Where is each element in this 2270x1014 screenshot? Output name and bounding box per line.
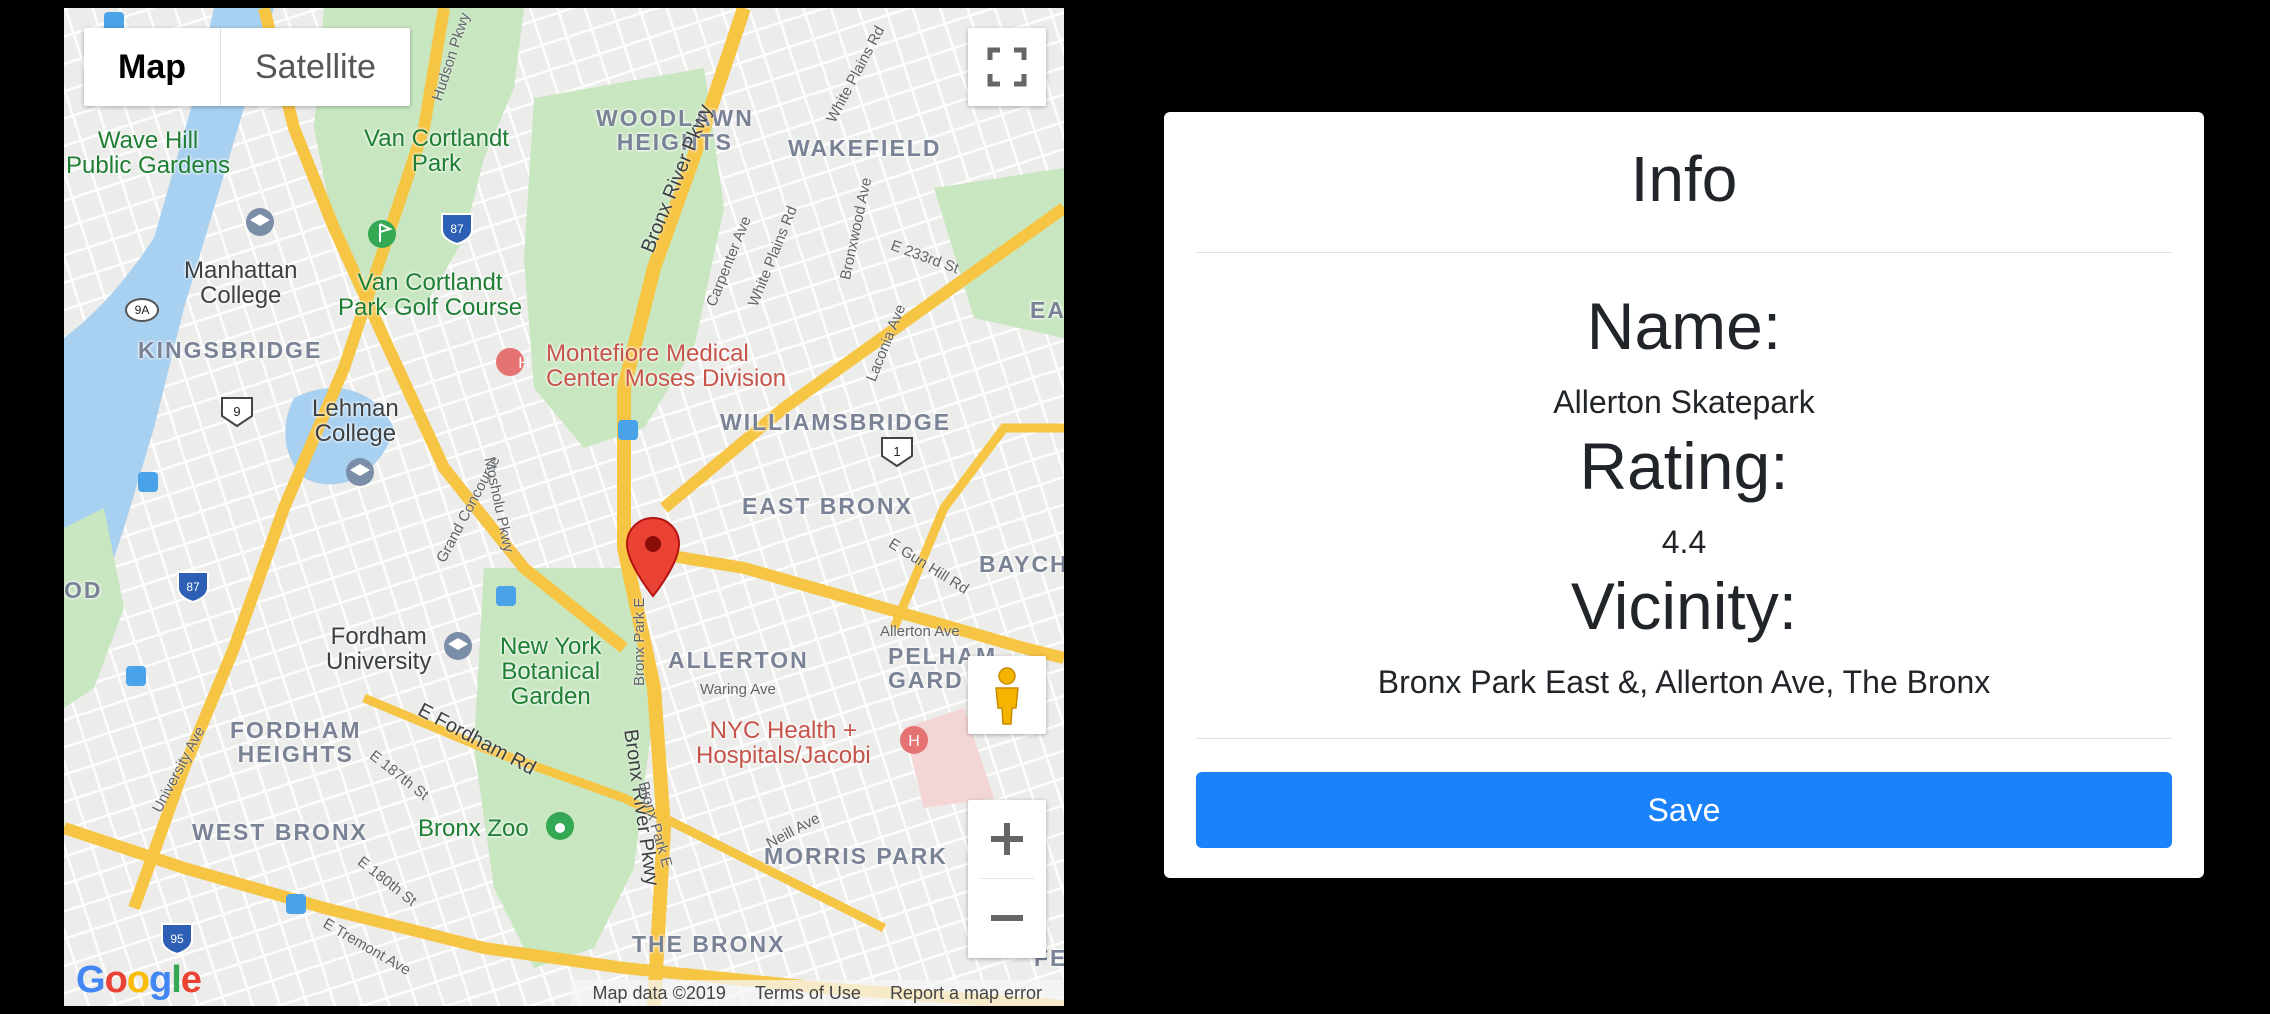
zoom-in-icon: [991, 823, 1023, 855]
university-icon: [444, 632, 472, 660]
shield-1-label: 1: [893, 444, 900, 459]
shield-1: 1: [881, 437, 913, 468]
zoom-control: [968, 800, 1046, 958]
zoom-out-button[interactable]: [968, 879, 1046, 957]
pegman-icon: [995, 667, 1019, 725]
map-view[interactable]: Wave Hill Public Gardens Van Cortlandt Par…: [64, 8, 1064, 1006]
shield-87-south: 87: [177, 571, 209, 604]
transit-icon: [126, 666, 146, 686]
transit-icon: [496, 586, 516, 606]
university-icon: [346, 458, 374, 486]
name-value: Allerton Skatepark: [1553, 384, 1815, 420]
map-overlay-icons: 87 9A 9 1 87 95 H H: [104, 12, 928, 956]
fullscreen-icon: [987, 47, 1027, 87]
shield-9: 9: [221, 397, 253, 428]
map-type-control: Map Satellite: [84, 28, 410, 106]
name-heading: Name:: [1586, 289, 1782, 363]
transit-icon: [618, 420, 638, 440]
terms-of-use-link[interactable]: Terms of Use: [755, 983, 861, 1003]
save-button[interactable]: Save: [1196, 772, 2172, 848]
hospital-icon: H: [496, 347, 530, 376]
shield-95: 95: [161, 923, 193, 956]
rating-value: 4.4: [1661, 524, 1707, 560]
shield-87-north: 87: [441, 213, 473, 246]
info-title: Info: [1630, 143, 1738, 215]
zoom-in-button[interactable]: [968, 800, 1046, 878]
svg-text:H: H: [908, 733, 920, 750]
shield-87-north-label: 87: [450, 222, 464, 236]
zoo-icon: [546, 812, 574, 840]
google-logo[interactable]: Google: [76, 959, 202, 1002]
map-type-satellite-button[interactable]: Satellite: [221, 28, 410, 106]
shield-9-label: 9: [233, 404, 240, 419]
map-data-text: Map data ©2019: [592, 983, 726, 1003]
vicinity-value: Bronx Park East &, Allerton Ave, The Bro…: [1377, 664, 1991, 700]
footer-divider: [1196, 738, 2172, 739]
title-divider: [1196, 252, 2172, 253]
info-card: Info Name: Allerton Skatepark Rating: 4.…: [1164, 112, 2204, 878]
hospital-icon: H: [900, 726, 928, 754]
shield-95-label: 95: [170, 932, 184, 946]
fullscreen-button[interactable]: [968, 28, 1046, 106]
transit-icon: [286, 894, 306, 914]
rating-heading: Rating:: [1579, 429, 1789, 503]
svg-text:H: H: [518, 355, 530, 372]
street-view-pegman-button[interactable]: [968, 656, 1046, 734]
map-pin-icon: [625, 516, 681, 598]
vicinity-heading: Vicinity:: [1570, 569, 1798, 643]
university-icon: [246, 208, 274, 236]
shield-9a-label: 9A: [135, 303, 150, 317]
transit-icon: [138, 472, 158, 492]
report-map-error-link[interactable]: Report a map error: [890, 983, 1042, 1003]
map-attribution: Map data ©2019 Terms of Use Report a map…: [570, 980, 1064, 1006]
shield-9a: 9A: [125, 298, 159, 322]
map-type-map-button[interactable]: Map: [84, 28, 221, 106]
shield-87-south-label: 87: [186, 580, 200, 594]
golf-icon: [368, 220, 396, 248]
zoom-out-icon: [991, 915, 1023, 921]
